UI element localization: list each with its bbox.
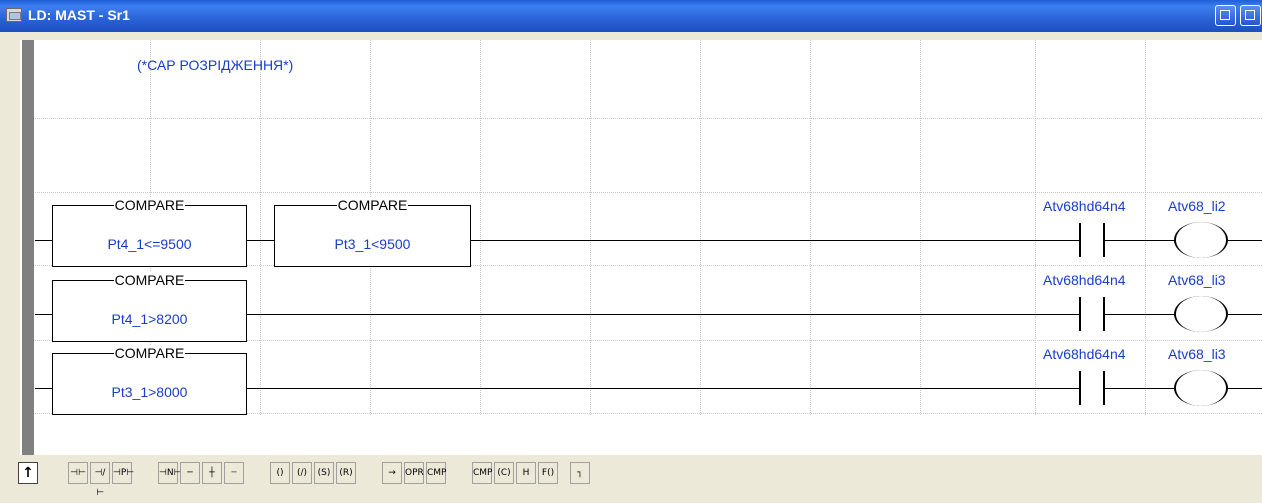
- set-coil-icon[interactable]: (S): [314, 462, 334, 484]
- positive-transition-contact-icon[interactable]: ⊣P⊢: [112, 462, 134, 484]
- rung-comment[interactable]: (*САР РОЗРІДЖЕННЯ*): [137, 57, 293, 73]
- wire: [1105, 240, 1175, 241]
- compare-expression: Pt3_1>8000: [111, 384, 188, 400]
- halt-coil-icon[interactable]: H: [516, 462, 536, 484]
- grid-row-line: [35, 192, 1262, 193]
- jump-icon[interactable]: →: [382, 462, 402, 484]
- coil-variable-label[interactable]: Atv68_li2: [1168, 198, 1226, 214]
- compare-block[interactable]: COMPARE Pt3_1>8000: [52, 345, 247, 415]
- function-coil-icon[interactable]: F(): [538, 462, 558, 484]
- wire: [35, 314, 52, 315]
- grid-column-line: [700, 40, 701, 415]
- grid-column-line: [920, 40, 921, 415]
- negative-transition-contact-icon[interactable]: ⊣N⊢: [158, 462, 181, 484]
- call-coil-icon[interactable]: (C): [494, 462, 514, 484]
- coil-icon[interactable]: [1174, 370, 1228, 406]
- maximize-button[interactable]: [1240, 5, 1261, 26]
- left-power-rail: [22, 40, 34, 455]
- wire: [1228, 314, 1262, 315]
- grid-row-line: [35, 118, 1262, 119]
- reset-coil-icon[interactable]: (R): [336, 462, 356, 484]
- normally-closed-contact-icon[interactable]: ⊣/⊢: [90, 462, 110, 498]
- operate-block-icon[interactable]: OPR: [404, 462, 424, 484]
- contact-left-bar: [1079, 371, 1081, 405]
- compare-block-vertical-icon[interactable]: CMP: [472, 462, 492, 484]
- compare-expression: Pt4_1>8200: [111, 311, 188, 327]
- wire: [1105, 388, 1175, 389]
- contact-variable-label[interactable]: Atv68hd64n4: [1043, 198, 1126, 214]
- contact-variable-label[interactable]: Atv68hd64n4: [1043, 272, 1126, 288]
- wire: [1105, 314, 1175, 315]
- grid-column-line: [260, 40, 261, 415]
- compare-block-title: COMPARE: [113, 345, 186, 361]
- compare-block-title: COMPARE: [336, 197, 409, 213]
- coil-variable-label[interactable]: Atv68_li3: [1168, 272, 1226, 288]
- compare-expression: Pt3_1<9500: [334, 236, 411, 252]
- coil-icon[interactable]: [1174, 222, 1228, 258]
- compare-block[interactable]: COMPARE Pt3_1<9500: [274, 197, 471, 267]
- compare-block-title: COMPARE: [113, 272, 186, 288]
- horizontal-fill-icon[interactable]: ┄: [224, 462, 244, 484]
- vertical-link-icon[interactable]: ┼: [202, 462, 222, 484]
- wire: [471, 240, 1079, 241]
- return-icon[interactable]: ┐: [570, 462, 590, 484]
- compare-block-title: COMPARE: [113, 197, 186, 213]
- restore-button[interactable]: [1215, 5, 1236, 26]
- select-tool-icon[interactable]: ↑: [18, 462, 38, 484]
- contact-left-bar: [1079, 297, 1081, 331]
- wire: [1228, 240, 1262, 241]
- horizontal-link-icon[interactable]: ─: [180, 462, 200, 484]
- wire: [247, 388, 1079, 389]
- coil-icon[interactable]: (): [270, 462, 290, 484]
- wire: [35, 388, 52, 389]
- contact-left-bar: [1079, 223, 1081, 257]
- grid-column-line: [590, 40, 591, 415]
- coil-icon[interactable]: [1174, 296, 1228, 332]
- grid-column-line: [480, 40, 481, 415]
- compare-block[interactable]: COMPARE Pt4_1>8200: [52, 272, 247, 342]
- contact-variable-label[interactable]: Atv68hd64n4: [1043, 346, 1126, 362]
- grid-column-line: [1145, 40, 1146, 415]
- grid-column-line: [810, 40, 811, 415]
- wire: [1228, 388, 1262, 389]
- ld-editor-window: LD: MAST - Sr1 (*САР РОЗРІДЖЕННЯ*) COMPA…: [0, 0, 1262, 498]
- grid-column-line: [1035, 40, 1036, 415]
- wire: [247, 314, 1079, 315]
- wire: [35, 240, 52, 241]
- coil-variable-label[interactable]: Atv68_li3: [1168, 346, 1226, 362]
- ld-section-icon: [6, 8, 22, 22]
- ld-element-toolbar: ↑ ⊣⊢ ⊣/⊢ ⊣P⊢ ⊣N⊢ ─ ┼ ┄() (/) (S) (R) → OPR CMP CMP (C)…: [10, 458, 1262, 498]
- compare-expression: Pt4_1<=9500: [107, 236, 192, 252]
- compare-block[interactable]: COMPARE Pt4_1<=9500: [52, 197, 247, 267]
- normally-open-contact-icon[interactable]: ⊣⊢: [68, 462, 88, 484]
- wire: [247, 240, 274, 241]
- compare-block-icon[interactable]: CMP: [426, 462, 446, 484]
- title-bar[interactable]: LD: MAST - Sr1: [0, 0, 1262, 32]
- window-title: LD: MAST - Sr1: [28, 7, 130, 23]
- inverse-coil-icon[interactable]: (/): [292, 462, 312, 484]
